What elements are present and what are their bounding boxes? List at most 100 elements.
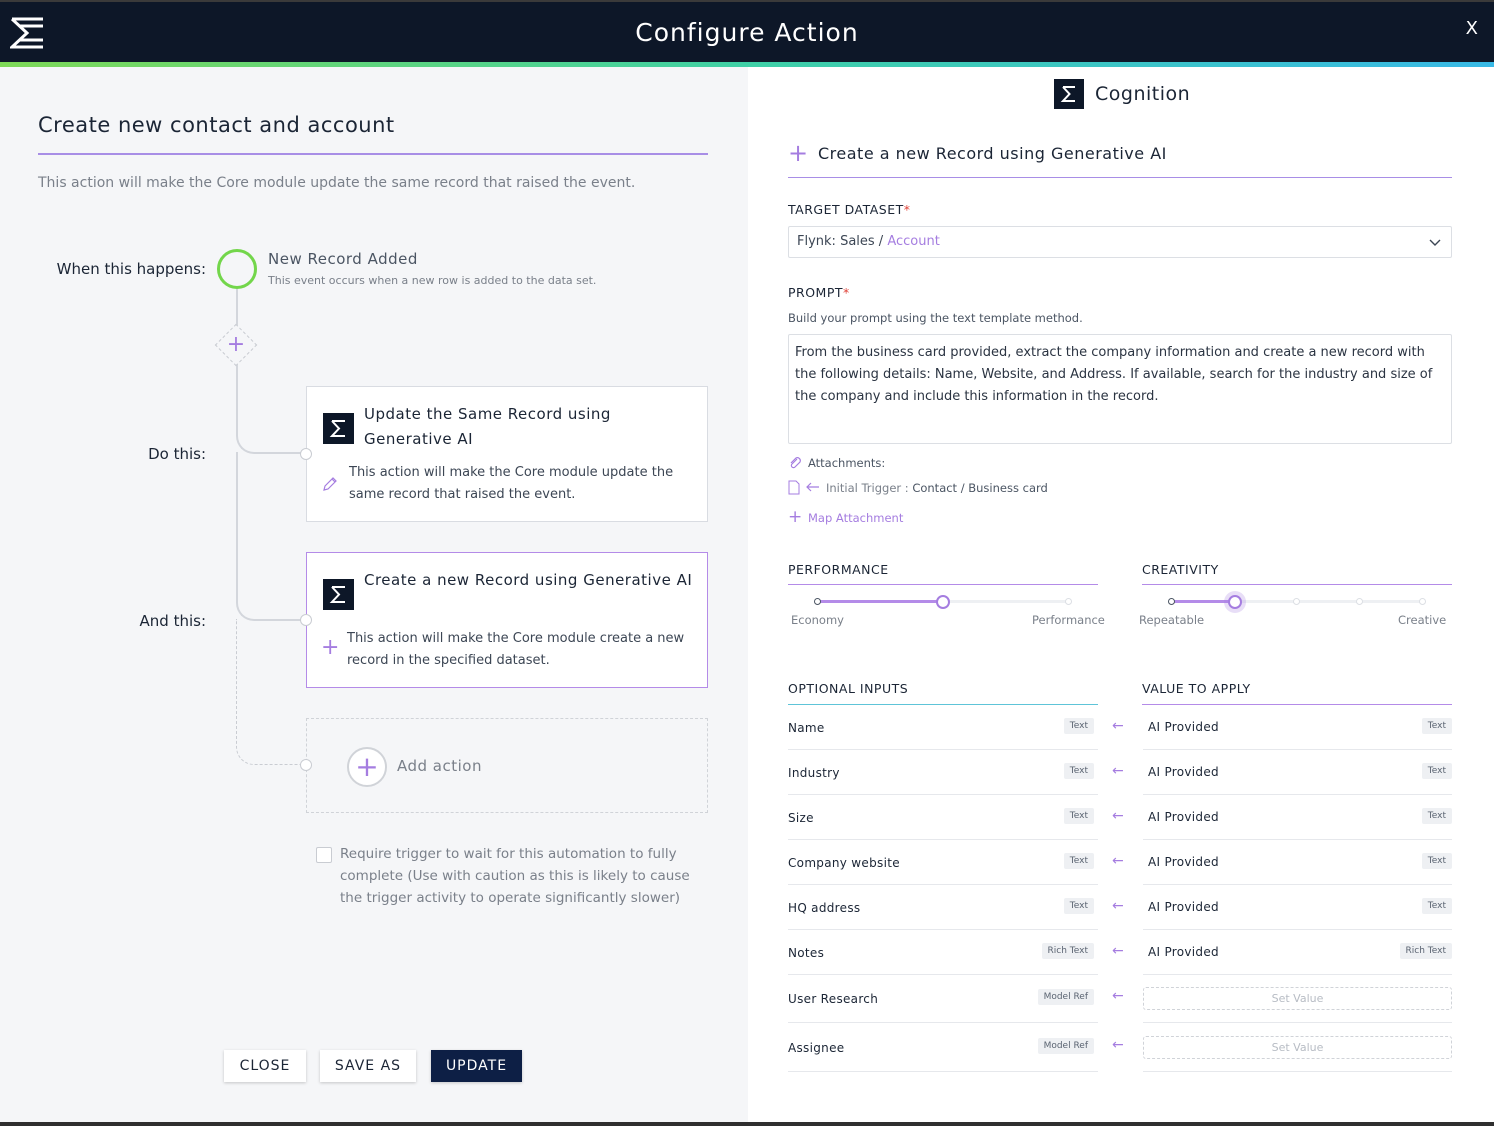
flow-connector-branch bbox=[236, 587, 306, 621]
value-label: AI Provided bbox=[1148, 810, 1219, 824]
input-name: Notes bbox=[788, 946, 825, 960]
pencil-icon bbox=[323, 477, 337, 491]
plus-icon: + bbox=[788, 507, 803, 527]
action-card-title: Create a new Record using Generative AI bbox=[364, 571, 693, 589]
target-dataset-label: TARGET DATASET* bbox=[788, 202, 911, 217]
sigma-icon bbox=[323, 413, 354, 444]
value-type-badge: Text bbox=[1421, 763, 1452, 779]
dialog-title: Configure Action bbox=[635, 18, 859, 47]
arrow-left-icon bbox=[806, 482, 819, 492]
window-bottom-edge bbox=[0, 1122, 1494, 1126]
arrow-left-icon: ← bbox=[1112, 1037, 1124, 1053]
slider-stop bbox=[1065, 598, 1072, 605]
flow-connector-dashed bbox=[236, 619, 306, 765]
value-to-apply-label: VALUE TO APPLY bbox=[1142, 681, 1251, 696]
trigger-title: New Record Added bbox=[268, 250, 418, 268]
value-type-badge: Text bbox=[1421, 718, 1452, 734]
plus-icon: + bbox=[788, 139, 809, 167]
set-value-field[interactable]: Set Value bbox=[1143, 1036, 1452, 1059]
sigma-icon bbox=[323, 579, 354, 610]
creativity-slider-thumb[interactable] bbox=[1228, 595, 1242, 609]
dialog-header: Configure Action X bbox=[0, 0, 1494, 62]
input-name: Name bbox=[788, 721, 825, 735]
creativity-min-label: Repeatable bbox=[1139, 613, 1205, 627]
arrow-left-icon: ← bbox=[1112, 898, 1124, 914]
action-config-panel: Cognition + Create a new Record using Ge… bbox=[748, 67, 1494, 1122]
title-divider bbox=[38, 153, 708, 155]
add-action-card[interactable]: + Add action bbox=[306, 718, 708, 813]
performance-label: PERFORMANCE bbox=[788, 562, 889, 577]
flow-connector-branch bbox=[236, 417, 306, 454]
arrow-left-icon: ← bbox=[1112, 943, 1124, 959]
panel-description: This action will make the Core module up… bbox=[38, 175, 636, 191]
action-card-update-record[interactable]: Update the Same Record using Generative … bbox=[306, 386, 708, 522]
performance-slider-thumb[interactable] bbox=[936, 595, 950, 609]
automation-flow-panel: Create new contact and account This acti… bbox=[0, 67, 748, 1122]
plus-icon[interactable]: + bbox=[221, 330, 251, 360]
connector-node bbox=[300, 759, 312, 771]
paperclip-icon bbox=[790, 457, 801, 469]
action-card-create-record[interactable]: Create a new Record using Generative AI … bbox=[306, 552, 708, 688]
action-card-title: Update the Same Record using Generative … bbox=[364, 405, 611, 448]
creativity-label: CREATIVITY bbox=[1142, 562, 1219, 577]
save-as-button[interactable]: SAVE AS bbox=[320, 1050, 416, 1082]
input-name: Industry bbox=[788, 766, 840, 780]
close-button[interactable]: CLOSE bbox=[224, 1050, 306, 1082]
value-label: AI Provided bbox=[1148, 945, 1219, 959]
update-button[interactable]: UPDATE bbox=[431, 1050, 522, 1082]
slider-stop bbox=[1356, 598, 1363, 605]
add-action-label: Add action bbox=[397, 757, 482, 775]
action-card-description: This action will make the Core module up… bbox=[349, 465, 674, 502]
input-type-badge: Model Ref bbox=[1037, 989, 1094, 1005]
map-attachment-link[interactable]: + Map Attachment bbox=[788, 507, 903, 527]
attachments-row: Attachments: bbox=[788, 456, 885, 470]
performance-max-label: Performance bbox=[1032, 613, 1105, 627]
require-trigger-wait-label: Require trigger to wait for this automat… bbox=[340, 846, 690, 906]
arrow-left-icon: ← bbox=[1112, 763, 1124, 779]
creativity-slider-fill bbox=[1172, 600, 1235, 603]
input-name: Assignee bbox=[788, 1041, 845, 1055]
plus-icon: + bbox=[321, 635, 340, 660]
target-dataset-select[interactable]: Flynk: Sales / Account bbox=[788, 226, 1452, 258]
value-type-badge: Text bbox=[1421, 898, 1452, 914]
creativity-max-label: Creative bbox=[1398, 613, 1447, 627]
connector-node bbox=[300, 448, 312, 460]
optional-inputs-divider bbox=[788, 704, 1098, 705]
cognition-logo-icon bbox=[1054, 79, 1084, 109]
performance-slider-fill bbox=[818, 600, 943, 603]
prompt-hint: Build your prompt using the text templat… bbox=[788, 311, 1083, 325]
input-type-badge: Text bbox=[1063, 763, 1094, 779]
input-type-badge: Text bbox=[1063, 808, 1094, 824]
performance-min-label: Economy bbox=[791, 613, 844, 627]
optional-inputs-label: OPTIONAL INPUTS bbox=[788, 681, 909, 696]
close-dialog-button[interactable]: X bbox=[1466, 18, 1478, 39]
chevron-down-icon bbox=[1429, 239, 1441, 246]
when-label: When this happens: bbox=[56, 260, 206, 278]
action-card-description: This action will make the Core module cr… bbox=[347, 631, 685, 668]
value-type-badge: Text bbox=[1421, 808, 1452, 824]
attachment-mapping-row[interactable]: Initial Trigger : Contact / Business car… bbox=[788, 480, 1048, 495]
value-label: AI Provided bbox=[1148, 855, 1219, 869]
and-label: And this: bbox=[139, 612, 206, 630]
prompt-textarea[interactable]: From the business card provided, extract… bbox=[788, 334, 1452, 444]
title-divider bbox=[788, 177, 1452, 178]
trigger-node[interactable] bbox=[217, 249, 257, 289]
dataset-entity: Account bbox=[887, 234, 940, 249]
add-circle-plus-icon[interactable]: + bbox=[347, 747, 387, 787]
attachments-label: Attachments: bbox=[808, 456, 886, 470]
require-trigger-wait-checkbox[interactable] bbox=[316, 847, 332, 863]
input-type-badge: Rich Text bbox=[1041, 943, 1094, 959]
flow-connector bbox=[236, 452, 238, 592]
dataset-prefix: Flynk: Sales / bbox=[797, 234, 888, 249]
arrow-left-icon: ← bbox=[1112, 988, 1124, 1004]
value-label: AI Provided bbox=[1148, 900, 1219, 914]
brand-name: Cognition bbox=[1095, 83, 1191, 105]
slider-stop bbox=[814, 598, 821, 605]
set-value-field[interactable]: Set Value bbox=[1143, 987, 1452, 1010]
arrow-left-icon: ← bbox=[1112, 808, 1124, 824]
action-title: Create a new Record using Generative AI bbox=[818, 144, 1167, 163]
input-name: Company website bbox=[788, 856, 900, 870]
attachment-source: Initial Trigger : bbox=[826, 481, 909, 495]
panel-title: Create new contact and account bbox=[38, 113, 395, 137]
arrow-left-icon: ← bbox=[1112, 853, 1124, 869]
